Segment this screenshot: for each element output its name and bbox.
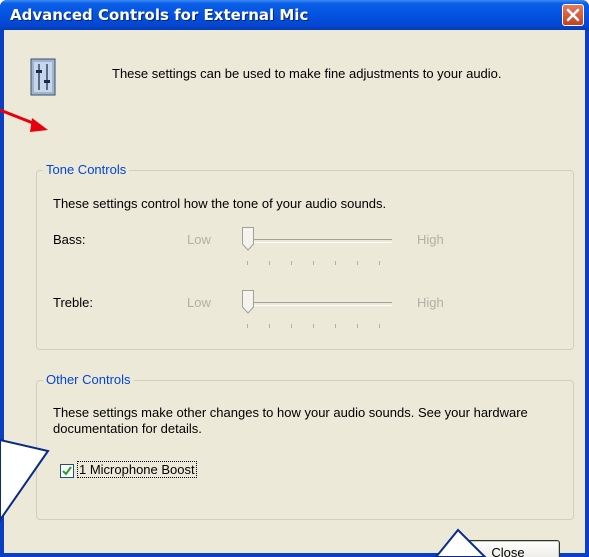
checkmark-icon xyxy=(62,466,72,476)
treble-low-label: Low xyxy=(187,295,211,310)
close-x-icon[interactable] xyxy=(562,4,584,26)
bass-tick xyxy=(335,261,336,265)
tone-controls-description: These settings control how the tone of y… xyxy=(53,196,387,211)
bass-high-label: High xyxy=(417,232,444,247)
treble-tick xyxy=(291,324,292,328)
client-area: These settings can be used to make fine … xyxy=(4,30,585,557)
treble-tick xyxy=(357,324,358,328)
treble-high-label: High xyxy=(417,295,444,310)
bass-tick xyxy=(269,261,270,265)
info-panel-icon xyxy=(30,58,56,96)
bass-slider-track[interactable] xyxy=(242,239,392,243)
treble-tick xyxy=(247,324,248,328)
intro-text: These settings can be used to make fine … xyxy=(112,66,502,81)
bass-slider-thumb[interactable] xyxy=(242,227,254,251)
bass-tick xyxy=(313,261,314,265)
mic-boost-label[interactable]: 1 Microphone Boost xyxy=(77,461,197,478)
treble-tick xyxy=(313,324,314,328)
bass-low-label: Low xyxy=(187,232,211,247)
bass-tick xyxy=(247,261,248,265)
close-button[interactable]: Close xyxy=(456,540,560,557)
bass-tick xyxy=(291,261,292,265)
bass-tick xyxy=(357,261,358,265)
bass-tick xyxy=(379,261,380,265)
bass-label: Bass: xyxy=(53,232,86,247)
tone-controls-legend: Tone Controls xyxy=(43,162,130,177)
treble-tick xyxy=(269,324,270,328)
treble-slider-thumb[interactable] xyxy=(242,290,254,314)
window-title: Advanced Controls for External Mic xyxy=(10,6,309,24)
title-bar[interactable]: Advanced Controls for External Mic xyxy=(0,0,589,30)
treble-slider-track[interactable] xyxy=(242,302,392,306)
other-controls-legend: Other Controls xyxy=(43,372,134,387)
treble-tick xyxy=(335,324,336,328)
treble-tick xyxy=(379,324,380,328)
tone-controls-group: Tone Controls These settings control how… xyxy=(36,162,574,350)
dialog-window: Advanced Controls for External Mic These… xyxy=(0,0,589,557)
treble-label: Treble: xyxy=(53,295,93,310)
other-controls-description: These settings make other changes to how… xyxy=(53,405,528,436)
mic-boost-checkbox[interactable] xyxy=(60,464,74,478)
other-controls-group: Other Controls These settings make other… xyxy=(36,372,574,520)
